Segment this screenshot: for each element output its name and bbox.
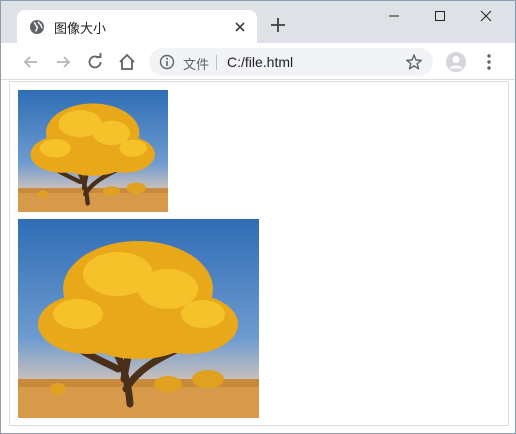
tab-title: 图像大小	[54, 22, 107, 37]
kebab-menu-icon[interactable]	[479, 52, 499, 72]
browser-window: 图像大小 文件 C:/file.html	[0, 0, 516, 434]
tree-photo-small	[18, 90, 168, 212]
omnibox-divider	[216, 55, 217, 70]
close-icon	[480, 10, 492, 22]
address-bar[interactable]: 文件 C:/file.html	[149, 48, 433, 76]
maximize-icon	[435, 11, 445, 21]
close-icon[interactable]	[233, 20, 247, 34]
url-text[interactable]: C:/file.html	[227, 54, 293, 70]
window-close-button[interactable]	[463, 1, 509, 31]
scheme-label: 文件	[183, 58, 210, 73]
arrow-right-icon[interactable]	[53, 52, 73, 72]
maximize-button[interactable]	[417, 1, 463, 31]
info-icon[interactable]	[159, 54, 175, 70]
active-tab[interactable]: 图像大小	[17, 10, 257, 43]
star-icon[interactable]	[405, 53, 423, 71]
reload-icon[interactable]	[85, 52, 105, 72]
avatar-icon[interactable]	[445, 51, 467, 73]
tree-photo-large	[18, 219, 259, 418]
home-icon[interactable]	[117, 52, 137, 72]
minimize-button[interactable]	[371, 1, 417, 31]
arrow-left-icon[interactable]	[21, 52, 41, 72]
minimize-icon	[389, 15, 399, 17]
page-viewport	[9, 81, 509, 426]
browser-toolbar: 文件 C:/file.html	[1, 43, 515, 80]
plus-icon[interactable]	[269, 16, 287, 34]
globe-icon	[30, 20, 44, 34]
tab-strip: 图像大小	[1, 1, 515, 43]
